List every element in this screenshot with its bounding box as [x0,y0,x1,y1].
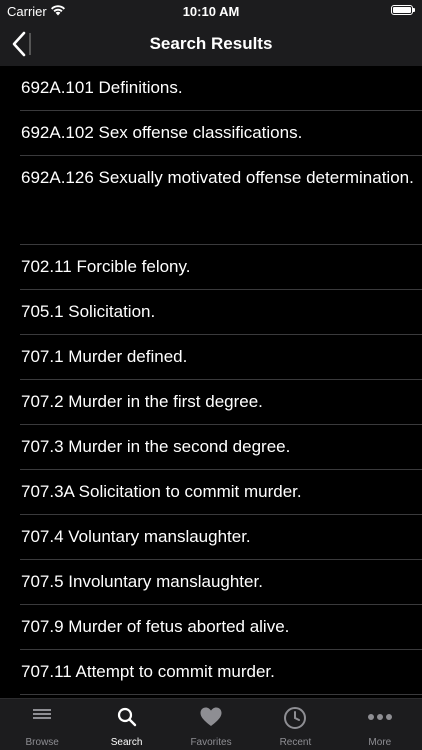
result-row[interactable]: 707.9 Murder of fetus aborted alive. [20,605,422,650]
result-row[interactable]: 707.4 Voluntary manslaughter. [20,515,422,560]
result-label: 692A.101 Definitions. [21,78,183,97]
navigation-bar: Search Results [0,22,422,66]
result-row[interactable]: 707.3 Murder in the second degree. [20,425,422,470]
result-label: 707.5 Involuntary manslaughter. [21,572,263,591]
result-row[interactable]: 705.1 Solicitation. [20,290,422,335]
search-icon [117,707,136,727]
tab-label: Search [110,737,143,748]
tab-more[interactable]: More [338,699,422,750]
result-label: 707.4 Voluntary manslaughter. [21,527,251,546]
tab-favorites[interactable]: Favorites [169,699,253,750]
heart-icon [200,707,222,726]
result-label: 707.9 Murder of fetus aborted alive. [21,617,290,636]
page-title: Search Results [149,34,273,53]
result-row[interactable]: 692A.101 Definitions. [20,66,422,111]
list-icon [33,709,52,719]
result-row[interactable]: 692A.102 Sex offense classifications. [20,111,422,156]
result-row[interactable]: 707.1 Murder defined. [20,335,422,380]
result-row[interactable]: 707.5 Involuntary manslaughter. [20,560,422,605]
tab-label: Recent [279,737,312,748]
tab-label: Favorites [190,737,232,748]
result-label: 702.11 Forcible felony. [21,257,191,276]
tab-bar: Browse Search Favorites Recent More [0,698,422,750]
tab-label: More [368,737,392,748]
result-label: 707.3 Murder in the second degree. [21,437,291,456]
tab-label: Browse [25,737,59,748]
status-bar: Carrier 10:10 AM [0,0,422,22]
result-label: 707.3A Solicitation to commit murder. [21,482,302,501]
result-label: 707.2 Murder in the first degree. [21,392,263,411]
result-row[interactable]: 707.2 Murder in the first degree. [20,380,422,425]
more-icon [367,714,392,720]
clock-icon [284,707,307,729]
search-results-list: 692A.101 Definitions. 692A.102 Sex offen… [0,66,422,699]
result-row[interactable]: 707.11 Attempt to commit murder. [20,650,422,695]
result-label: 705.1 Solicitation. [21,302,156,321]
result-label: 692A.126 Sexually motivated offense dete… [21,168,414,187]
tab-search[interactable]: Search [84,699,168,750]
result-row[interactable]: 702.11 Forcible felony. [20,245,422,290]
battery-icon [391,5,415,15]
tab-browse[interactable]: Browse [0,699,84,750]
result-label: 707.1 Murder defined. [21,347,188,366]
clock-time: 10:10 AM [182,4,240,19]
result-label: 707.11 Attempt to commit murder. [21,662,275,681]
result-label: 692A.102 Sex offense classifications. [21,123,303,142]
tab-recent[interactable]: Recent [253,699,337,750]
result-row[interactable]: 692A.126 Sexually motivated offense dete… [20,156,422,245]
result-row[interactable]: 707.3A Solicitation to commit murder. [20,470,422,515]
